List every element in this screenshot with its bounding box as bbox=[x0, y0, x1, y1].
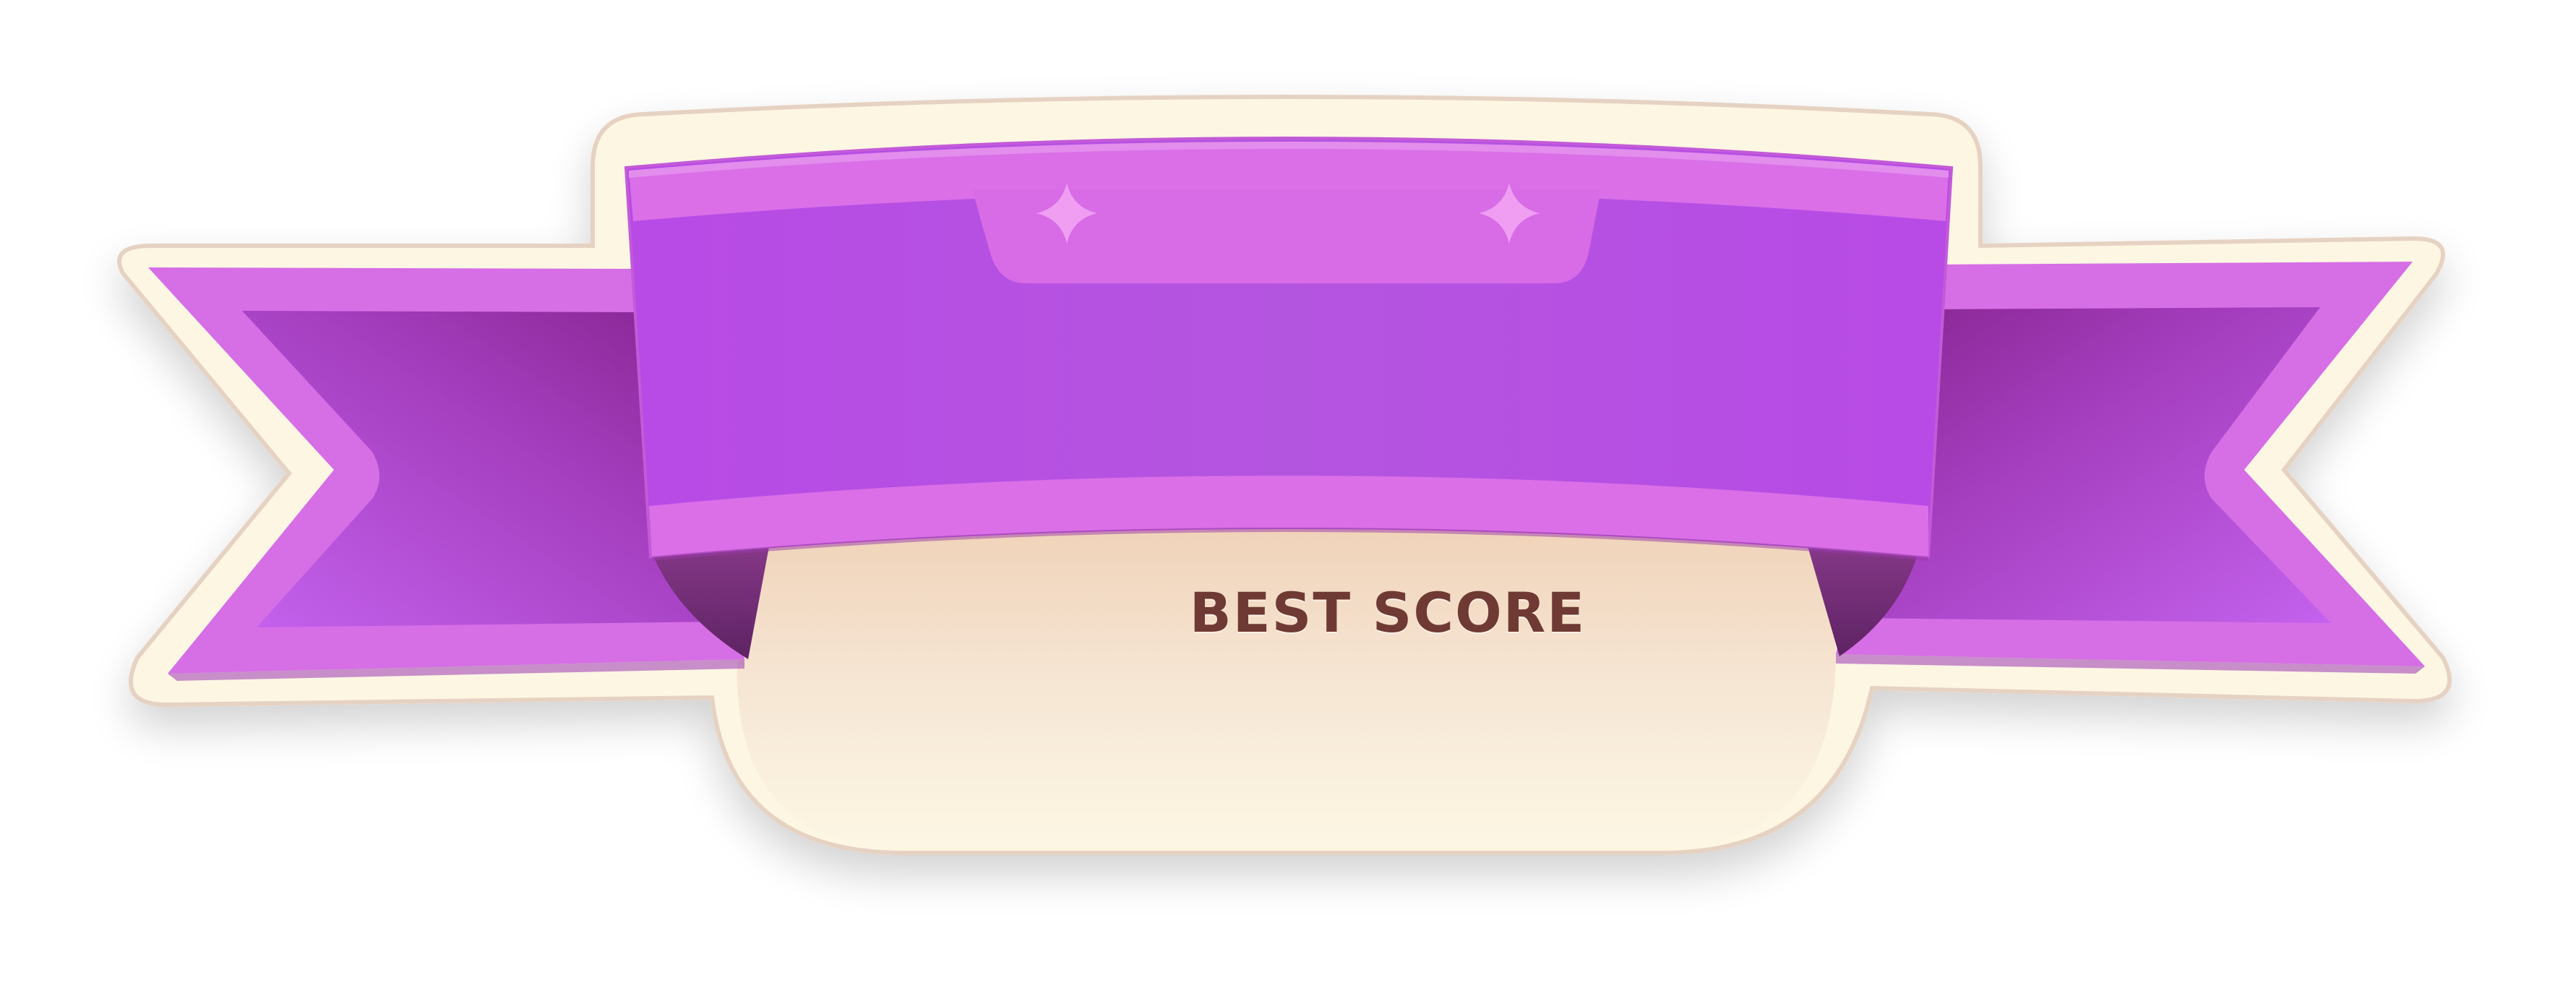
best-score-banner: BEST SCORE bbox=[0, 0, 2576, 983]
best-score-label: BEST SCORE bbox=[1189, 580, 1587, 645]
score-plate bbox=[737, 520, 1836, 847]
main-ribbon bbox=[624, 137, 1954, 561]
banner-artwork bbox=[117, 95, 2452, 855]
